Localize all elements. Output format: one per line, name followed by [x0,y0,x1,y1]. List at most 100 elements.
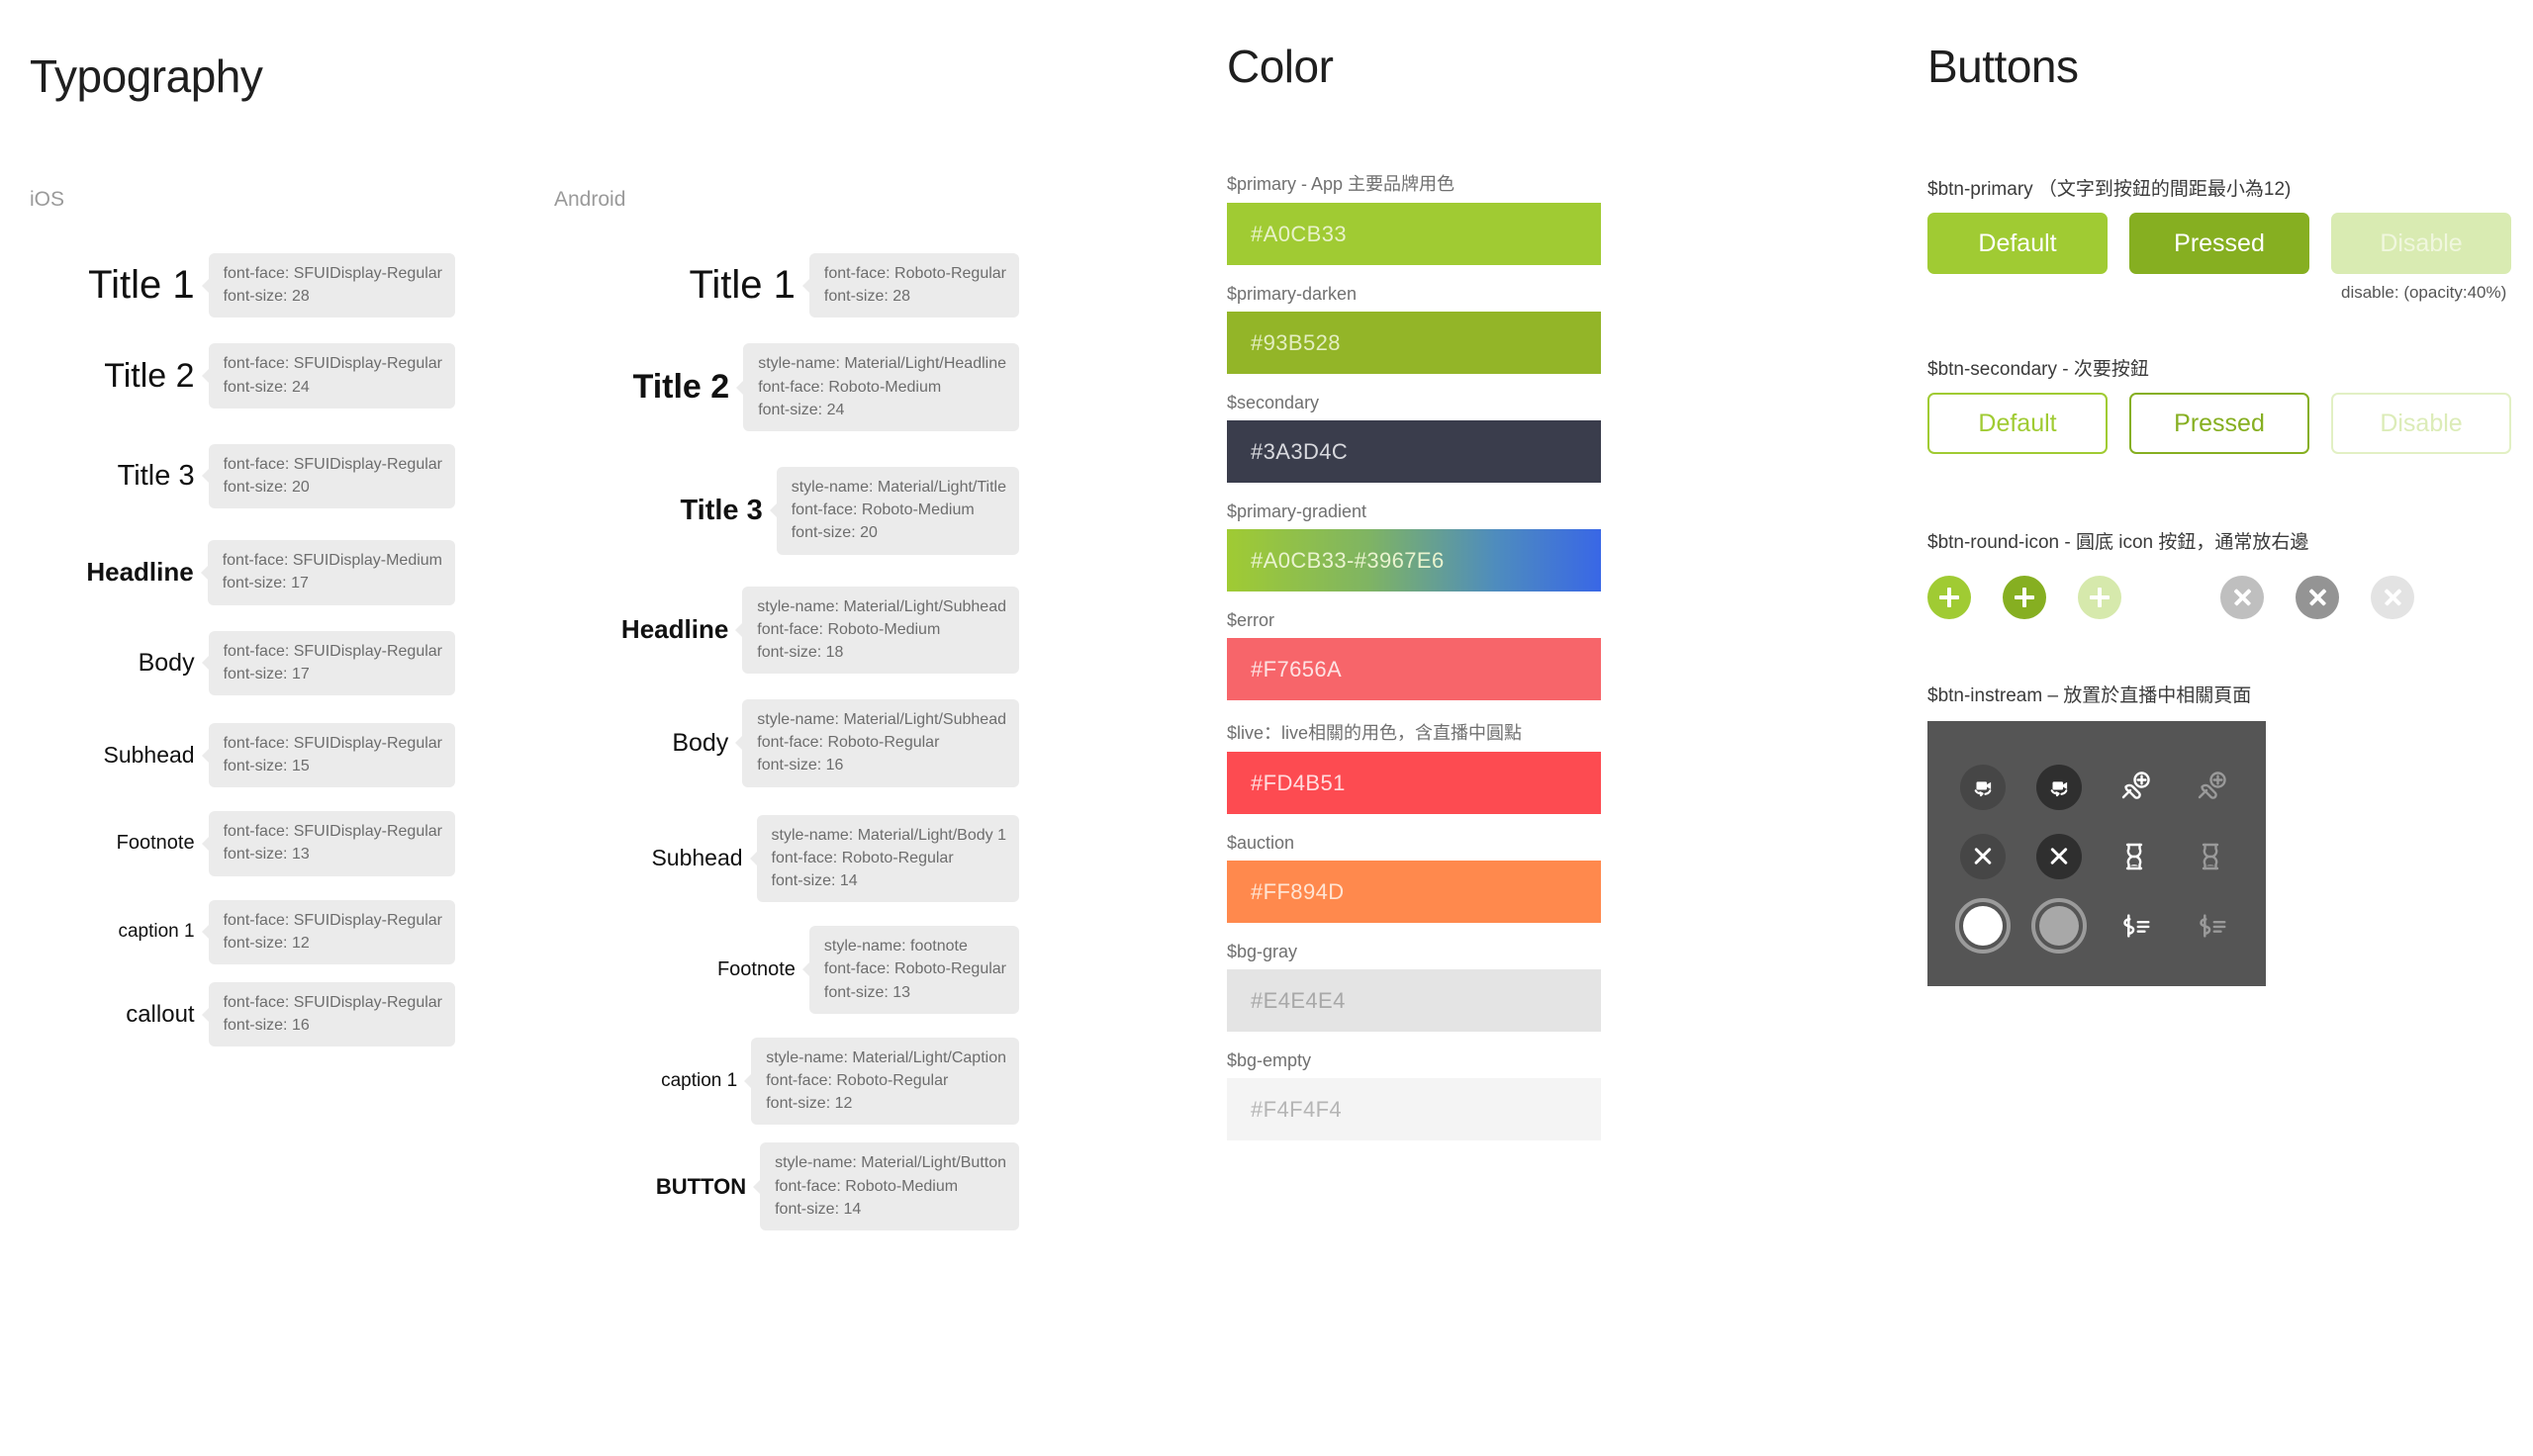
btn-round-close-icon[interactable] [2296,576,2339,619]
btn-secondary-disable[interactable]: Disable [2331,393,2511,454]
typography-spec-bubble: style-name: Material/Light/Title font-fa… [776,466,1019,555]
typography-spec-bubble: font-face: SFUIDisplay-Regular font-size… [208,722,455,788]
btn-secondary-group: $btn-secondary - 次要按鈕 Default Pressed Disa… [1927,354,2533,454]
typography-sample-text: Title 2 [632,368,730,407]
color-swatch[interactable]: #FF894D [1227,861,1601,923]
color-swatch-group: $secondary #3A3D4C [1227,393,1601,483]
typography-sample-text: Headline [620,614,729,645]
typography-row: Title 1 font-face: Roboto-Regular font-si… [554,253,1019,318]
price-list-icon [2192,907,2229,945]
btn-instream-hourglass-icon[interactable] [2191,837,2230,876]
btn-round-close-icon[interactable] [2371,576,2414,619]
color-swatch[interactable]: #F7656A [1227,638,1601,700]
btn-instream-camera-flip-icon[interactable] [2035,765,2082,810]
typography-section-title: Typography [30,50,263,102]
btn-instream-panel [1927,721,2266,986]
color-section: Color $primary - App 主要品牌用色 #A0CB33 $prima… [1227,40,1601,1159]
typography-spec-bubble: font-face: SFUIDisplay-Regular font-size… [208,899,455,964]
typography-sample-text: Body [672,728,729,757]
typography-spec-bubble: style-name: Material/Light/Headline font… [743,343,1019,431]
color-swatch[interactable]: #E4E4E4 [1227,969,1601,1032]
typography-row: Body style-name: Material/Light/Subhead f… [554,699,1019,787]
color-swatch[interactable]: #3A3D4C [1227,420,1601,483]
typography-spec-bubble: style-name: Material/Light/Subhead font-… [742,699,1019,787]
typography-row: Footnote style-name: footnote font-face: … [554,926,1019,1014]
typography-row: Title 2 font-face: SFUIDisplay-Regular fo… [30,343,455,409]
btn-round-plus-icon[interactable] [2003,576,2046,619]
btn-instream-price-list-icon[interactable] [2115,907,2153,945]
color-swatch[interactable]: #F4F4F4 [1227,1078,1601,1140]
typography-column-ios: iOS Title 1 font-face: SFUIDisplay-Regula… [30,188,455,1082]
btn-round-plus-icon[interactable] [1927,576,1971,619]
color-swatch-label: $bg-gray [1227,942,1298,961]
btn-round-icon-label: $btn-round-icon - 圓底 icon 按鈕，通常放右邊 [1927,532,2309,553]
btn-instream-price-list-icon[interactable] [2192,907,2229,945]
btn-secondary-row: Default Pressed Disable [1927,393,2533,454]
typography-spec-bubble: font-face: SFUIDisplay-Regular font-size… [208,982,455,1047]
btn-instream-add-sticker-icon[interactable] [2114,768,2154,807]
typography-sample-text: Subhead [103,742,195,769]
btn-round-close-icon[interactable] [2220,576,2264,619]
btn-instream-shutter-icon[interactable] [2030,898,2087,954]
color-swatch[interactable]: #FD4B51 [1227,752,1601,814]
btn-instream-close-icon[interactable] [1960,834,2007,879]
color-swatch-group: $live：live相關的用色，含直播中圓點 #FD4B51 [1227,719,1601,814]
color-swatch-group: $primary - App 主要品牌用色 #A0CB33 [1227,170,1601,265]
typography-row: Headline font-face: SFUIDisplay-Medium fo… [30,540,455,605]
typography-sample-text: BUTTON [655,1173,747,1199]
typography-sample-text: Title 1 [689,263,796,308]
color-swatch-group: $auction #FF894D [1227,833,1601,923]
color-swatch-label: $bg-empty [1227,1050,1312,1070]
typography-row: Subhead font-face: SFUIDisplay-Regular fo… [30,722,455,788]
btn-primary-disable[interactable]: Disable [2331,213,2511,274]
typography-spec-bubble: style-name: Material/Light/Subhead font-… [742,586,1019,675]
btn-secondary-default[interactable]: Default [1927,393,2108,454]
typography-row: Footnote font-face: SFUIDisplay-Regular f… [30,811,455,876]
typography-sample-text: Body [138,648,195,677]
color-swatch[interactable]: #A0CB33-#3967E6 [1227,529,1601,592]
btn-instream-add-sticker-icon[interactable] [2191,768,2230,807]
btn-round-plus-icon[interactable] [2078,576,2121,619]
btn-round-icon-row [1927,576,2533,619]
color-swatch-label: $live：live相關的用色，含直播中圓點 [1227,723,1523,743]
btn-primary-pressed[interactable]: Pressed [2129,213,2309,274]
typography-spec-bubble: style-name: footnote font-face: Roboto-R… [808,926,1019,1014]
color-swatch-label: $error [1227,610,1275,630]
platform-label-ios: iOS [30,188,65,211]
btn-instream-shutter-icon[interactable] [1955,898,2012,954]
typography-sample-text: Subhead [651,845,743,871]
typography-sample-text: Title 1 [88,263,195,308]
price-list-icon [2115,907,2153,945]
typography-row: Title 2 style-name: Material/Light/Headli… [554,343,1019,431]
btn-primary-row: Default Pressed Disable [1927,213,2533,274]
typography-spec-bubble: font-face: SFUIDisplay-Regular font-size… [208,811,455,876]
color-swatch-label: $secondary [1227,393,1320,412]
typography-sample-text: caption 1 [118,921,195,943]
typography-spec-bubble: font-face: SFUIDisplay-Regular font-size… [208,443,455,509]
typography-spec-bubble: font-face: Roboto-Regular font-size: 28 [808,253,1019,318]
color-swatch-label: $auction [1227,833,1295,853]
shutter-icon [1955,898,2012,954]
btn-instream-hourglass-icon[interactable] [2114,837,2154,876]
color-swatch-label: $primary-gradient [1227,501,1367,521]
btn-primary-default[interactable]: Default [1927,213,2108,274]
btn-primary-group: $btn-primary （文字到按鈕的間距最小為12) Default Pres… [1927,174,2533,303]
typography-row: caption 1 font-face: SFUIDisplay-Regular … [30,899,455,964]
add-sticker-icon [2114,768,2154,807]
btn-instream-camera-flip-icon[interactable] [1960,765,2007,810]
typography-row: Body font-face: SFUIDisplay-Regular font-… [30,630,455,695]
typography-row: caption 1 style-name: Material/Light/Capt… [554,1037,1019,1126]
btn-instream-close-icon[interactable] [2035,834,2082,879]
typography-spec-bubble: style-name: Material/Light/Caption font-… [751,1037,1019,1126]
color-swatch-group: $bg-gray #E4E4E4 [1227,942,1601,1032]
color-section-title: Color [1227,41,1334,92]
color-swatch[interactable]: #A0CB33 [1227,203,1601,265]
hourglass-icon [2114,837,2154,876]
typography-sample-text: Footnote [716,957,796,980]
color-swatch[interactable]: #93B528 [1227,312,1601,374]
typography-spec-bubble: font-face: SFUIDisplay-Regular font-size… [208,253,455,318]
btn-secondary-pressed[interactable]: Pressed [2129,393,2309,454]
typography-sample-text: caption 1 [661,1070,738,1092]
color-swatch-group: $error #F7656A [1227,610,1601,700]
typography-sample-text: Headline [86,557,194,588]
